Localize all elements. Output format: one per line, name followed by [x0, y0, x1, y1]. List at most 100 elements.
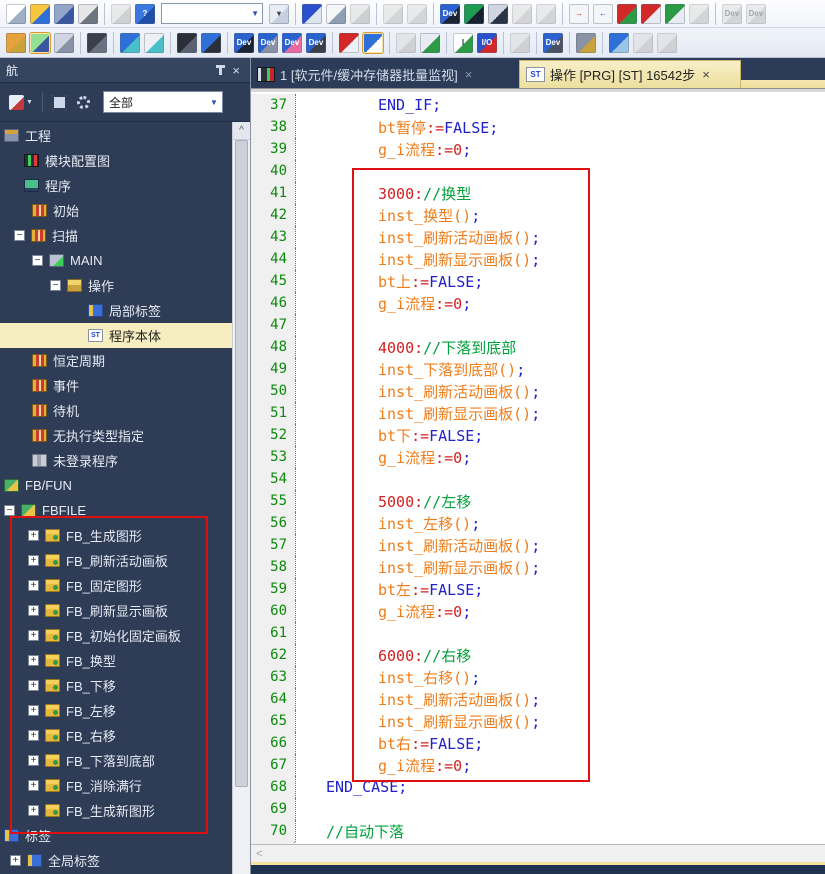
- tree-item[interactable]: 恒定周期: [0, 348, 233, 373]
- code-line[interactable]: 40: [251, 160, 825, 182]
- code-line[interactable]: 44inst_刷新显示画板();: [251, 248, 825, 270]
- run-to-cursor-icon[interactable]: [665, 4, 685, 24]
- collapse-icon[interactable]: −: [50, 280, 61, 291]
- tree-item[interactable]: +FB_生成新图形: [0, 798, 233, 823]
- device-struct-icon[interactable]: Dev: [306, 33, 326, 53]
- tree-item[interactable]: +FB_下落到底部: [0, 748, 233, 773]
- help-icon[interactable]: ?: [135, 4, 155, 24]
- tree-item[interactable]: +FB_刷新显示画板: [0, 598, 233, 623]
- expand-icon[interactable]: +: [28, 680, 39, 691]
- code-line[interactable]: 67g_i流程:=0;: [251, 754, 825, 776]
- scroll-left-icon[interactable]: <: [251, 848, 268, 860]
- tab-close-icon[interactable]: ×: [465, 67, 473, 82]
- tree-scrollbar[interactable]: ^: [232, 122, 250, 874]
- device-memory-icon[interactable]: Dev: [258, 33, 278, 53]
- code-line[interactable]: 60g_i流程:=0;: [251, 600, 825, 622]
- tab-device-batch-monitor[interactable]: 1 [软元件/缓冲存储器批量监视] ×: [251, 60, 519, 88]
- code-line[interactable]: 45bt上:=FALSE;: [251, 270, 825, 292]
- device-batch-monitor-icon[interactable]: Dev: [440, 4, 460, 24]
- code-line[interactable]: 66bt右:=FALSE;: [251, 732, 825, 754]
- code-line[interactable]: 43inst_刷新活动画板();: [251, 226, 825, 248]
- tree-item[interactable]: 局部标签: [0, 298, 233, 323]
- collapse-icon[interactable]: −: [32, 255, 43, 266]
- tree-item[interactable]: +FB_消除满行: [0, 773, 233, 798]
- tree-item[interactable]: FB/FUN: [0, 473, 233, 498]
- code-line[interactable]: 413000://换型: [251, 182, 825, 204]
- code-line[interactable]: 47: [251, 314, 825, 336]
- code-line[interactable]: 58inst_刷新显示画板();: [251, 556, 825, 578]
- sampling-trace-icon[interactable]: [576, 33, 596, 53]
- tree-item[interactable]: −FBFILE: [0, 498, 233, 523]
- code-line[interactable]: 42inst_换型();: [251, 204, 825, 226]
- code-line[interactable]: 38bt暂停:=FALSE;: [251, 116, 825, 138]
- tree-item[interactable]: +FB_刷新活动画板: [0, 548, 233, 573]
- label-edit-icon[interactable]: I: [453, 33, 473, 53]
- verify-with-plc-icon[interactable]: [54, 33, 74, 53]
- code-line[interactable]: 59bt左:=FALSE;: [251, 578, 825, 600]
- tree-item[interactable]: 程序: [0, 173, 233, 198]
- tree-item[interactable]: +全局标签: [0, 848, 233, 873]
- tree-item[interactable]: 待机: [0, 398, 233, 423]
- program-check-icon[interactable]: [609, 33, 629, 53]
- expand-icon[interactable]: +: [28, 555, 39, 566]
- code-line[interactable]: 65inst_刷新显示画板();: [251, 710, 825, 732]
- code-line[interactable]: 63inst_右移();: [251, 666, 825, 688]
- copy-icon[interactable]: [326, 4, 346, 24]
- tree-item[interactable]: +FB_下移: [0, 673, 233, 698]
- expand-icon[interactable]: +: [10, 855, 21, 866]
- tree-item[interactable]: +FB_换型: [0, 648, 233, 673]
- expand-icon[interactable]: +: [28, 755, 39, 766]
- code-line[interactable]: 57inst_刷新活动画板();: [251, 534, 825, 556]
- device-comment-icon[interactable]: Dev: [234, 33, 254, 53]
- open-project-icon[interactable]: [30, 4, 50, 24]
- device-list-icon[interactable]: [420, 33, 440, 53]
- print-icon[interactable]: [78, 4, 98, 24]
- tree-filter-combobox[interactable]: 全部 ▼: [103, 91, 223, 113]
- code-line[interactable]: 61: [251, 622, 825, 644]
- step-back-icon[interactable]: ←: [593, 4, 613, 24]
- breakpoint-icon[interactable]: [641, 4, 661, 24]
- tree-item[interactable]: +FB_生成图形: [0, 523, 233, 548]
- navigation-window-icon[interactable]: [6, 33, 26, 53]
- code-line[interactable]: 37END_IF;: [251, 94, 825, 116]
- collapse-all-button[interactable]: [49, 91, 70, 113]
- code-line[interactable]: 54: [251, 468, 825, 490]
- tree-item[interactable]: −MAIN: [0, 248, 233, 273]
- code-line[interactable]: 555000://左移: [251, 490, 825, 512]
- expand-icon[interactable]: +: [28, 530, 39, 541]
- st-window-icon[interactable]: [144, 33, 164, 53]
- find-icon[interactable]: [177, 33, 197, 53]
- tree-item[interactable]: ST程序本体: [0, 323, 233, 348]
- settings-button[interactable]: [74, 91, 93, 113]
- code-line[interactable]: 52bt下:=FALSE;: [251, 424, 825, 446]
- code-line[interactable]: 56inst_左移();: [251, 512, 825, 534]
- expand-icon[interactable]: +: [28, 630, 39, 641]
- parameter-icon[interactable]: [87, 33, 107, 53]
- tree-item[interactable]: 标签: [0, 823, 233, 848]
- pin-icon[interactable]: [219, 66, 222, 75]
- close-icon[interactable]: ×: [232, 63, 240, 78]
- save-project-icon[interactable]: [54, 4, 74, 24]
- code-line[interactable]: 39g_i流程:=0;: [251, 138, 825, 160]
- tree-item[interactable]: +FB_右移: [0, 723, 233, 748]
- step-forward-icon[interactable]: →: [569, 4, 589, 24]
- scroll-up-icon[interactable]: ^: [233, 122, 250, 140]
- toolbar-overflow-icon[interactable]: ▾: [269, 4, 289, 24]
- code-line[interactable]: 53g_i流程:=0;: [251, 446, 825, 468]
- code-line[interactable]: 64inst_刷新活动画板();: [251, 688, 825, 710]
- expand-icon[interactable]: +: [28, 655, 39, 666]
- breakpoint-run-icon[interactable]: [617, 4, 637, 24]
- code-line[interactable]: 70//自动下落: [251, 820, 825, 842]
- st-code-editor[interactable]: 37END_IF;38bt暂停:=FALSE;39g_i流程:=0;404130…: [251, 92, 825, 845]
- hmi-monitor-icon[interactable]: [488, 4, 508, 24]
- io-check-icon[interactable]: I/O: [477, 33, 497, 53]
- device-wheel-icon[interactable]: Dev: [543, 33, 563, 53]
- find-in-window-icon[interactable]: [201, 33, 221, 53]
- code-line[interactable]: 50inst_刷新活动画板();: [251, 380, 825, 402]
- write-to-plc-icon[interactable]: [30, 33, 50, 53]
- code-line[interactable]: 46g_i流程:=0;: [251, 292, 825, 314]
- collapse-icon[interactable]: −: [4, 505, 15, 516]
- ladder-window-icon[interactable]: [120, 33, 140, 53]
- tree-item[interactable]: +FB_初始化固定画板: [0, 623, 233, 648]
- toolbar-combobox[interactable]: ▼: [161, 3, 263, 24]
